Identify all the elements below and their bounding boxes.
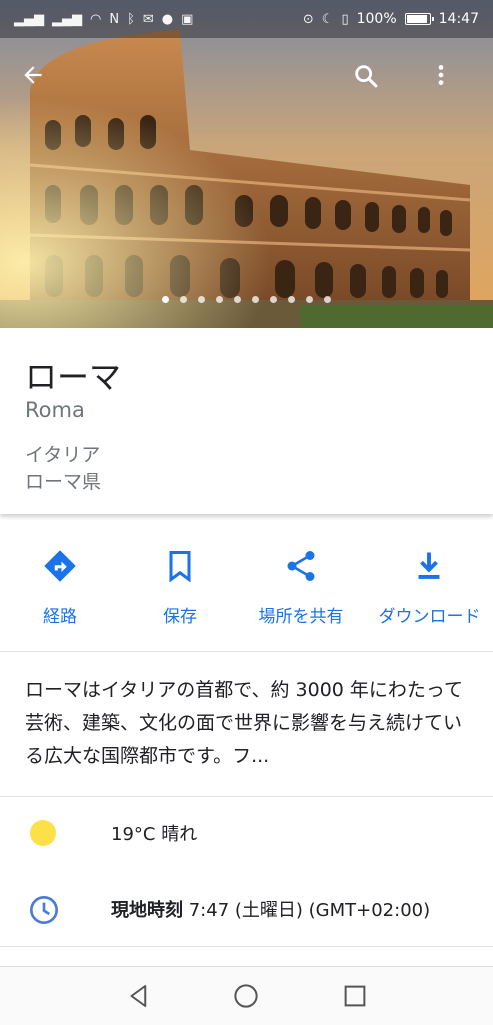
address-region: ローマ県 <box>25 471 102 493</box>
wifi-icon: ◠ <box>90 11 102 27</box>
photo-dot[interactable] <box>234 296 241 303</box>
square-recents-icon <box>344 985 366 1007</box>
nfc-icon: N <box>109 11 120 27</box>
local-time-value: 7:47 (土曜日) (GMT+02:00) <box>188 900 431 921</box>
battery-percent: 100% <box>356 11 397 27</box>
mail-icon: ✉ <box>142 11 154 27</box>
share-place-button[interactable]: 場所を共有 <box>241 524 361 650</box>
triangle-back-icon <box>130 985 147 1007</box>
photo-dot[interactable] <box>198 296 205 303</box>
back-arrow-icon <box>24 66 42 84</box>
nav-home-button[interactable] <box>231 981 261 1011</box>
place-description[interactable]: ローマはイタリアの首都で、約 3000 年にわたって芸術、建築、文化の面で世界に… <box>25 674 473 773</box>
signal-icon-2: ▂▄▆ <box>52 11 82 27</box>
photo-dot[interactable] <box>306 296 313 303</box>
nav-back-button[interactable] <box>124 981 154 1011</box>
message-icon: ● <box>161 11 174 27</box>
app-notification-icon: ▣ <box>181 11 194 27</box>
clock-icon <box>28 894 58 924</box>
more-options-button[interactable] <box>428 62 472 106</box>
clock: 14:47 <box>438 11 479 27</box>
battery-icon <box>404 13 434 25</box>
moon-icon: ☾ <box>321 11 334 27</box>
address-country: イタリア <box>25 444 101 466</box>
circle-home-icon <box>234 984 258 1008</box>
search-button[interactable] <box>352 62 396 106</box>
photo-page-indicator[interactable] <box>0 296 493 303</box>
download-label: ダウンロード <box>378 607 481 627</box>
divider <box>0 946 493 947</box>
place-info-card: ローマ Roma イタリア ローマ県 <box>0 328 493 514</box>
weather-row: 19°C 晴れ <box>0 798 493 868</box>
download-button[interactable]: ダウンロード <box>366 524 493 650</box>
directions-icon <box>44 550 76 582</box>
local-time-row: 現地時刻 7:47 (土曜日) (GMT+02:00) <box>0 874 493 944</box>
status-left-icons: ▂▄▆ ▂▄▆ ◠ N ᛒ ✉ ● ▣ <box>14 12 193 27</box>
colosseum-photo <box>0 0 493 328</box>
place-subtitle: Roma <box>25 398 85 422</box>
local-time-label: 現地時刻 <box>111 900 183 921</box>
place-title: ローマ <box>25 358 122 396</box>
directions-button[interactable]: 経路 <box>0 524 120 650</box>
save-label: 保存 <box>163 607 197 627</box>
share-icon <box>287 551 315 581</box>
photo-dot[interactable] <box>216 296 223 303</box>
download-icon <box>418 552 440 579</box>
location-icon: ⊙ <box>302 11 314 27</box>
photo-dot[interactable] <box>324 296 331 303</box>
weather-text: 19°C 晴れ <box>111 824 198 845</box>
signal-icon: ▂▄▆ <box>14 11 44 27</box>
bookmark-icon <box>169 551 191 583</box>
nav-recents-button[interactable] <box>340 981 370 1011</box>
search-icon <box>355 65 378 88</box>
divider <box>0 796 493 797</box>
bluetooth-icon: ᛒ <box>127 11 135 27</box>
hero-photo[interactable]: ▂▄▆ ▂▄▆ ◠ N ᛒ ✉ ● ▣ ⊙ ☾ ▯ 100% 14:47 <box>0 0 493 328</box>
photo-dot[interactable] <box>162 296 169 303</box>
save-button[interactable]: 保存 <box>120 524 240 650</box>
photo-dot[interactable] <box>180 296 187 303</box>
photo-dot[interactable] <box>270 296 277 303</box>
local-time-text: 現地時刻 7:47 (土曜日) (GMT+02:00) <box>111 896 430 922</box>
divider <box>0 651 493 652</box>
directions-label: 経路 <box>43 607 77 627</box>
sun-icon <box>28 818 58 848</box>
status-right-icons: ⊙ ☾ ▯ 100% 14:47 <box>303 11 479 27</box>
photo-dot[interactable] <box>288 296 295 303</box>
back-button[interactable] <box>20 62 64 106</box>
more-vert-icon <box>438 65 444 85</box>
system-navigation-bar <box>0 966 493 1025</box>
photo-dot[interactable] <box>252 296 259 303</box>
share-place-label: 場所を共有 <box>258 607 344 627</box>
action-bar: 経路 保存 場所を共有 ダウンロード <box>0 524 493 650</box>
status-bar: ▂▄▆ ▂▄▆ ◠ N ᛒ ✉ ● ▣ ⊙ ☾ ▯ 100% 14:47 <box>0 0 493 38</box>
vibrate-icon: ▯ <box>341 11 349 27</box>
